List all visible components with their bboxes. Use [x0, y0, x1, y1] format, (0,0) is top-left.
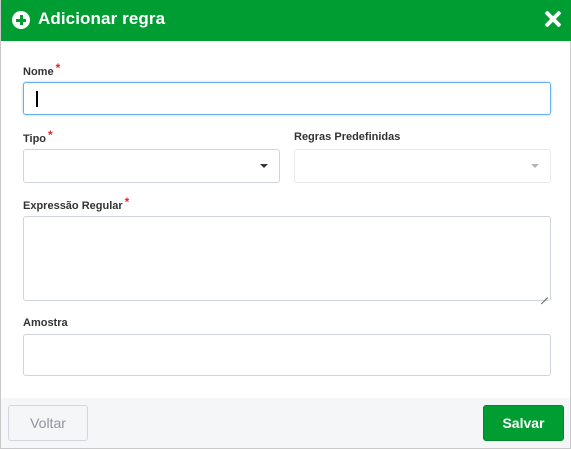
dialog-header: Adicionar regra [1, 0, 571, 41]
close-icon[interactable] [544, 10, 562, 28]
required-mark: * [48, 128, 53, 142]
chevron-down-icon [260, 164, 268, 168]
amostra-label: Amostra [23, 317, 68, 329]
expressao-regular-textarea[interactable] [23, 216, 551, 301]
tipo-label-text: Tipo [23, 133, 47, 145]
required-mark: * [124, 195, 130, 209]
nome-input[interactable] [23, 82, 551, 115]
required-mark: * [55, 61, 61, 75]
regras-predefinidas-select[interactable] [294, 149, 551, 183]
text-cursor [36, 91, 38, 107]
dialog-title: Adicionar regra [38, 9, 166, 28]
save-button[interactable]: Salvar [483, 405, 564, 441]
expressao-regular-label-text: Expressão Regular [23, 200, 123, 212]
expressao-regular-label: Expressão Regular * [23, 195, 130, 212]
add-rule-dialog: Adicionar regra Nome * Tipo * Regras Prede… [0, 0, 571, 449]
amostra-label-text: Amostra [23, 317, 68, 329]
resize-handle-icon[interactable] [539, 289, 548, 298]
tipo-select[interactable] [23, 149, 280, 183]
dialog-footer: Voltar Salvar [1, 398, 570, 448]
amostra-input[interactable] [23, 334, 551, 376]
regras-predefinidas-label-text: Regras Predefinidas [294, 131, 401, 143]
nome-label-text: Nome [23, 66, 54, 78]
tipo-label: Tipo * [23, 128, 53, 145]
plus-circle-icon [12, 11, 30, 29]
nome-label: Nome * [23, 61, 61, 78]
regras-predefinidas-label: Regras Predefinidas [294, 131, 400, 143]
back-button[interactable]: Voltar [8, 405, 88, 441]
chevron-down-icon [531, 164, 539, 168]
